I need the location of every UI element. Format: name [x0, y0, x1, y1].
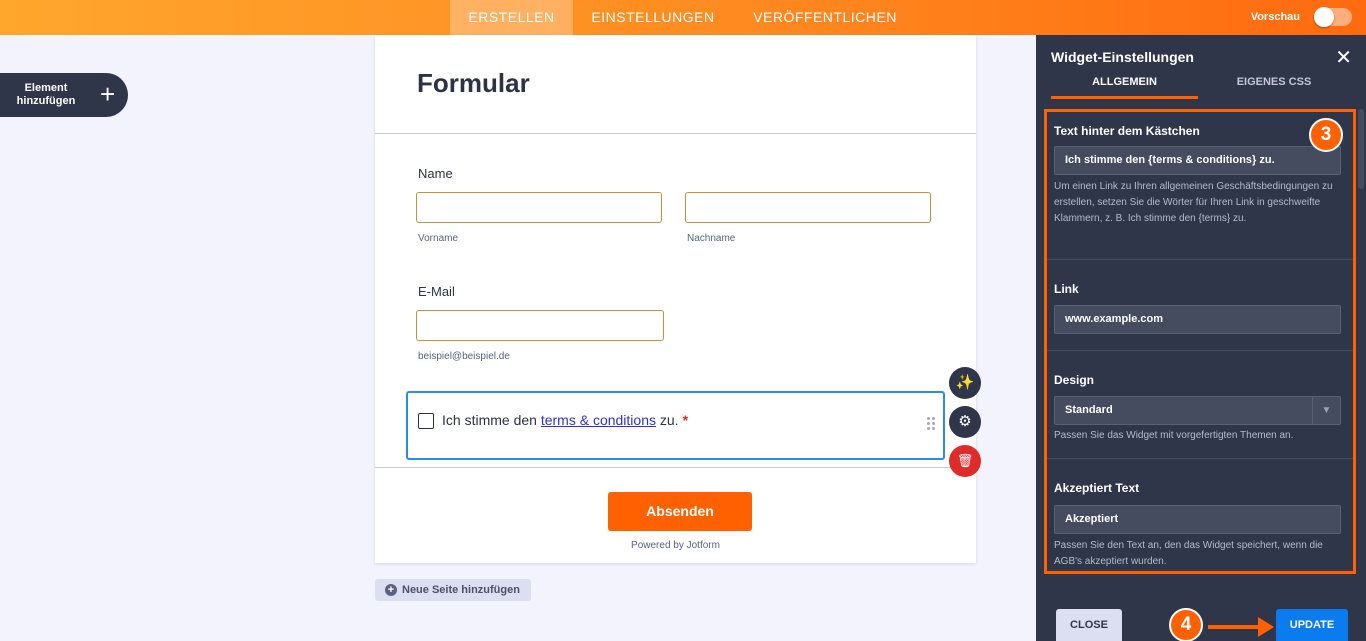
last-name-input[interactable] [685, 192, 931, 223]
first-name-sublabel: Vorname [418, 233, 459, 244]
form-card: Formular Name Vorname Nachname E-Mail be… [375, 35, 976, 563]
panel-title: Widget-Einstellungen [1051, 49, 1194, 65]
toggle-knob [1314, 7, 1334, 27]
checkbox-text-input[interactable]: Ich stimme den {terms & conditions} zu. [1054, 146, 1341, 175]
terms-conditions-field[interactable]: Ich stimme den terms & conditions zu. * [406, 391, 945, 460]
required-asterisk: * [682, 412, 689, 428]
widget-settings-panel: Widget-Einstellungen ✕ ALLGEMEIN EIGENES… [1036, 35, 1366, 641]
arrow-annotation [1208, 625, 1260, 629]
chevron-down-icon: ▼ [1312, 397, 1340, 424]
step-3-badge: 3 [1309, 118, 1343, 152]
link-input[interactable]: www.example.com [1054, 305, 1341, 334]
form-title[interactable]: Formular [417, 68, 530, 99]
add-element-label: Element hinzufügen [16, 82, 76, 107]
preview-toggle[interactable] [1314, 7, 1352, 27]
footer-divider [375, 467, 976, 468]
terms-link[interactable]: terms & conditions [541, 412, 656, 428]
settings-sections: Text hinter dem Kästchen Ich stimme den … [1044, 109, 1356, 574]
powered-by: Powered by Jotform [631, 540, 720, 551]
section-divider [1047, 259, 1353, 260]
accepted-section-label: Akzeptiert Text [1054, 481, 1140, 495]
terms-text-before: Ich stimme den [442, 412, 541, 428]
section-divider [1047, 350, 1353, 351]
last-name-sublabel: Nachname [687, 233, 736, 244]
drag-handle-icon[interactable] [927, 417, 937, 433]
terms-text: Ich stimme den terms & conditions zu. * [442, 412, 688, 428]
header-divider [375, 133, 976, 134]
tab-allgemein[interactable]: ALLGEMEIN [1051, 75, 1198, 99]
first-name-input[interactable] [416, 192, 662, 223]
design-section-help: Passen Sie das Widget mit vorgefertigten… [1054, 430, 1294, 441]
gear-icon[interactable]: ⚙ [949, 406, 981, 438]
name-label: Name [418, 166, 453, 181]
section-divider [1047, 458, 1353, 459]
add-new-page-button[interactable]: + Neue Seite hinzufügen [375, 579, 531, 601]
design-select[interactable]: Standard ▼ [1054, 396, 1341, 425]
submit-button[interactable]: Absenden [608, 492, 752, 531]
terms-text-after: zu. [656, 412, 679, 428]
close-icon[interactable]: ✕ [1335, 45, 1352, 70]
close-button[interactable]: CLOSE [1056, 609, 1122, 641]
trash-icon[interactable]: 🗑 [949, 445, 981, 477]
panel-scrollbar[interactable] [1358, 109, 1364, 189]
accepted-text-input[interactable]: Akzeptiert [1054, 505, 1341, 534]
email-label: E-Mail [418, 284, 455, 299]
plus-icon: + [100, 79, 116, 109]
design-section-label: Design [1054, 373, 1095, 387]
email-sublabel: beispiel@beispiel.de [418, 351, 510, 362]
text-section-help: Um einen Link zu Ihren allgemeinen Gesch… [1054, 181, 1333, 224]
update-button[interactable]: UPDATE [1276, 609, 1348, 641]
add-new-page-label: Neue Seite hinzufügen [402, 584, 520, 596]
add-element-button[interactable]: Element hinzufügen + [0, 73, 128, 117]
accepted-section-help: Passen Sie den Text an, den das Widget s… [1054, 540, 1323, 567]
text-section-label: Text hinter dem Kästchen [1054, 124, 1200, 138]
tab-einstellungen[interactable]: EINSTELLUNGEN [584, 0, 722, 35]
tab-veroeffentlichen[interactable]: VERÖFFENTLICHEN [745, 0, 905, 35]
arrow-head-icon [1258, 617, 1274, 637]
preview-label: Vorschau [1250, 11, 1300, 23]
design-select-value: Standard [1065, 404, 1113, 416]
tab-erstellen[interactable]: ERSTELLEN [450, 0, 573, 35]
tab-eigenes-css[interactable]: EIGENES CSS [1198, 75, 1350, 99]
terms-checkbox[interactable] [418, 413, 434, 429]
wand-icon[interactable]: ✨ [949, 367, 981, 399]
top-navigation-bar: ERSTELLEN EINSTELLUNGEN VERÖFFENTLICHEN … [0, 0, 1366, 35]
plus-circle-icon: + [385, 584, 397, 596]
step-4-badge: 4 [1169, 608, 1203, 641]
link-section-label: Link [1054, 282, 1079, 296]
email-input[interactable] [416, 310, 664, 341]
